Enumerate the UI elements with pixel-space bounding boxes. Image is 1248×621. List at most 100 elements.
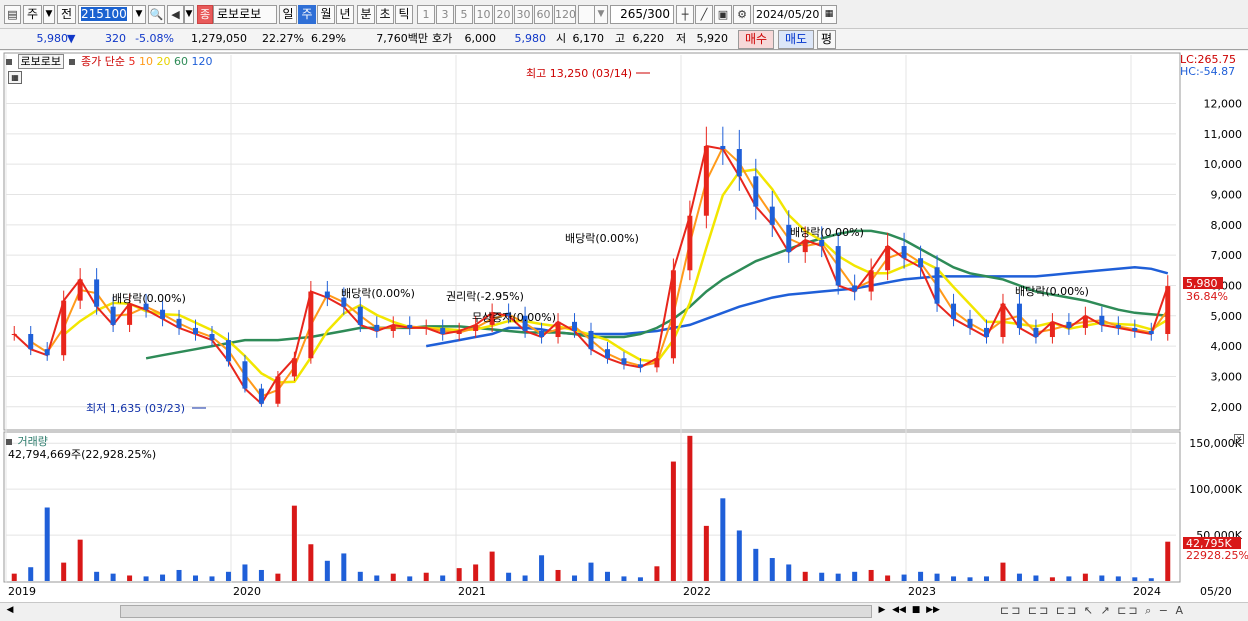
speaker-dropdown-icon[interactable]: ▼	[184, 5, 194, 24]
annotation-dividend-2023: 배당락(0.00%)	[1015, 285, 1089, 298]
candle-body	[44, 349, 50, 356]
prev-button[interactable]: 전	[57, 5, 76, 24]
candle-body	[901, 246, 907, 259]
candle-body	[374, 324, 380, 331]
speaker-icon[interactable]: ◀	[167, 5, 184, 24]
volume-bar	[918, 571, 924, 581]
price-tick-label: 4,000	[1211, 340, 1243, 353]
candle-body	[407, 324, 413, 328]
period-minute[interactable]: 분	[357, 5, 375, 24]
volume-bar	[885, 575, 891, 581]
volume-bar	[539, 555, 545, 581]
volume-bar	[94, 571, 100, 581]
candle-body	[1016, 303, 1022, 328]
ask-label: 호가	[432, 32, 453, 45]
volume-bar	[522, 575, 528, 581]
volume-bar	[61, 562, 67, 581]
stop-icon[interactable]: ■	[910, 605, 922, 618]
scroll-left-icon[interactable]: ◀	[4, 605, 16, 618]
interval-1[interactable]: 1	[417, 5, 435, 24]
calendar-dropdown-icon[interactable]: ▦	[821, 5, 837, 24]
scroll-thumb[interactable]	[120, 605, 872, 618]
volume-bar	[28, 567, 34, 581]
volume-bar	[637, 577, 643, 581]
period-week[interactable]: 주	[298, 5, 316, 24]
interval-5[interactable]: 5	[455, 5, 473, 24]
candle-body	[720, 145, 726, 150]
drawing-tools[interactable]: ⊏⊐ ⊏⊐ ⊏⊐ ↖ ↗ ⊏⊐ ⌕ − A	[1000, 604, 1240, 618]
play-icon[interactable]: ▶	[876, 605, 888, 618]
candle-type-icon[interactable]: ┼	[676, 5, 694, 24]
gear-icon[interactable]: ⚙	[733, 5, 751, 24]
volume-bar	[736, 530, 742, 581]
fast-forward-icon[interactable]: ▶▶	[926, 605, 940, 618]
volume-bar	[802, 571, 808, 581]
legend-bullet-icon	[69, 59, 76, 65]
bar-count-field[interactable]: 265/300	[610, 5, 674, 24]
candle-body	[637, 364, 643, 368]
interval-10[interactable]: 10	[474, 5, 493, 24]
candle-body	[934, 267, 940, 304]
rewind-icon[interactable]: ◀◀	[892, 605, 906, 618]
current-price: 5,980	[36, 32, 69, 45]
x-axis: 2019 2020 2021 2022 2023 2024 05/20	[8, 585, 1232, 598]
volume-bar	[225, 571, 231, 581]
hc-label: HC:-54.87	[1180, 65, 1236, 78]
candle-body	[1115, 324, 1121, 328]
x-tick-label: 2024	[1133, 585, 1161, 598]
drawing-tool-icon[interactable]: ╱	[695, 5, 713, 24]
legend-ma5: 5	[128, 55, 136, 68]
period-year[interactable]: 년	[336, 5, 354, 24]
custom-interval-dropdown-icon[interactable]: ▼	[594, 5, 608, 24]
period-type-dropdown-icon[interactable]: ▼	[43, 5, 55, 24]
volume-bar	[341, 553, 347, 581]
interval-60[interactable]: 60	[534, 5, 553, 24]
chart-menu-icon[interactable]: ▤	[4, 5, 21, 24]
period-second[interactable]: 초	[376, 5, 394, 24]
search-icon[interactable]: 🔍	[148, 5, 165, 24]
annotation-dividend-2019: 배당락(0.00%)	[112, 292, 186, 305]
candle-body	[1049, 321, 1055, 338]
interval-3[interactable]: 3	[436, 5, 454, 24]
period-type-select[interactable]: 주	[23, 5, 42, 24]
volume-bar	[275, 573, 281, 581]
candle-body	[703, 145, 709, 216]
data-table-icon[interactable]: ▦	[8, 71, 22, 84]
volume-bar	[357, 571, 363, 581]
volume-tick-label: 100,000K	[1189, 483, 1242, 496]
volume-bar	[654, 566, 660, 581]
buy-button[interactable]: 매수	[738, 30, 774, 49]
candle-body	[588, 330, 594, 350]
period-day[interactable]: 일	[279, 5, 297, 24]
interval-120[interactable]: 120	[554, 5, 576, 24]
sell-button[interactable]: 매도	[778, 30, 814, 49]
chart-area[interactable]: 12,000 11,000 10,000 9,000 8,000 7,000 6,000 5,…	[0, 51, 1248, 602]
price-change-pct: -5.08%	[135, 32, 174, 45]
price-tick-label: 5,000	[1211, 310, 1243, 323]
volume-bar	[687, 435, 693, 581]
legend-stock-label[interactable]: 로보로보	[17, 54, 64, 69]
volume-bar	[308, 544, 314, 581]
price-tick-label: 11,000	[1204, 128, 1243, 141]
candle-body	[1082, 315, 1088, 328]
period-tick[interactable]: 틱	[395, 5, 413, 24]
stock-code-dropdown-icon[interactable]: ▼	[132, 5, 146, 24]
candle-body	[835, 246, 841, 286]
candle-body	[357, 306, 363, 325]
candle-body	[193, 327, 199, 334]
volume-bar	[176, 569, 182, 581]
close-pane-icon[interactable]: ✕	[1234, 434, 1244, 444]
interval-20[interactable]: 20	[494, 5, 513, 24]
legend-ma120: 120	[191, 55, 213, 68]
candle-body	[736, 149, 742, 177]
period-month[interactable]: 월	[317, 5, 335, 24]
price-chart[interactable]: 12,00011,00010,0009,0008,0007,0006,0005,…	[0, 51, 1248, 602]
candle-body	[983, 327, 989, 338]
candle-body	[868, 270, 874, 292]
save-icon[interactable]: ▣	[714, 5, 732, 24]
candle-body	[77, 279, 83, 301]
eval-button[interactable]: 평	[817, 30, 836, 49]
interval-30[interactable]: 30	[514, 5, 533, 24]
candle-body	[275, 376, 281, 404]
open-value: 6,170	[572, 32, 605, 45]
